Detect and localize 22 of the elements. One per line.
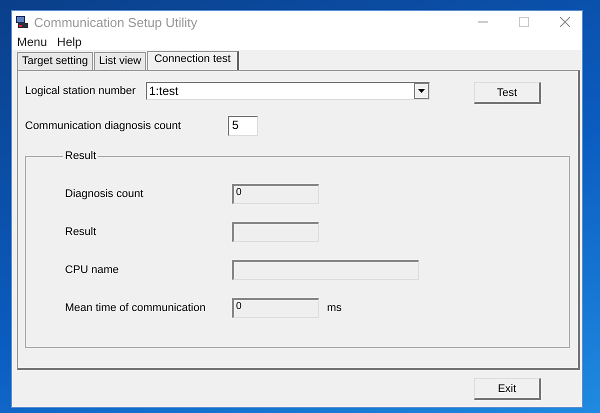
tab[interactable]: Target setting [17,52,94,70]
menu-item[interactable]: Help [57,34,82,48]
tab[interactable]: List view [94,52,146,70]
window-title: Communication Setup Utility [34,14,198,30]
readonly-field: 0 [232,184,319,204]
close-icon[interactable] [560,17,570,27]
field-label: Communication diagnosis count [25,120,182,132]
test-button[interactable]: Test [474,82,541,104]
unit-label: ms [327,302,342,314]
field-label: CPU name [65,264,120,276]
readonly-field: 0 [232,298,319,318]
station-dropdown[interactable]: 1:test [146,82,430,100]
field-label: Logical station number [25,84,137,97]
group-title: Result [64,150,98,162]
tab[interactable]: Connection test [147,51,239,70]
computer-icon [15,15,29,29]
count-input[interactable]: 5 [228,116,258,136]
field-label: Mean time of communication [65,302,207,314]
field-label: Result [65,226,98,238]
field-label: Diagnosis count [65,188,144,200]
menu-item[interactable]: Menu [17,34,48,48]
exit-button[interactable]: Exit [474,378,541,400]
